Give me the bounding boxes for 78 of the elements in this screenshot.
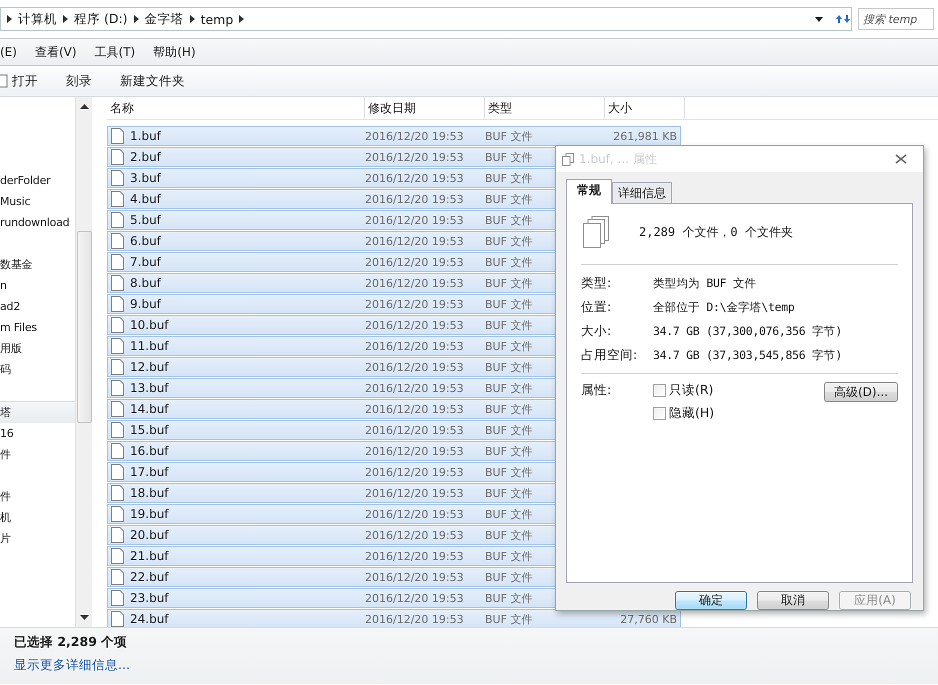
type-cell: BUF 文件 <box>485 170 532 186</box>
type-cell: BUF 文件 <box>485 192 532 206</box>
date-cell: 2016/12/20 19:53 <box>365 318 464 332</box>
type-cell: BUF 文件 <box>485 570 532 584</box>
property-label: 属性: <box>581 382 612 399</box>
file-name: 2.buf <box>130 150 161 164</box>
file-name: 12.buf <box>130 360 169 374</box>
date-cell: 2016/12/20 19:53 <box>365 256 464 268</box>
date-cell: 2016/12/20 19:53 <box>365 360 464 374</box>
file-name: 10.buf <box>130 318 169 332</box>
file-name: 21.buf <box>130 549 169 563</box>
type-cell: BUF 文件 <box>485 486 532 500</box>
date-cell: 2016/12/20 19:53 <box>365 402 464 416</box>
file-name: 3.buf <box>130 171 161 185</box>
date-cell: 2016/12/20 19:53 <box>365 424 464 436</box>
date-cell: 2016/12/20 19:53 <box>365 508 464 520</box>
type-cell: BUF 文件 <box>485 590 532 606</box>
date-cell: 2016/12/20 19:53 <box>365 340 464 352</box>
date-cell: 2016/12/20 19:53 <box>365 444 464 458</box>
file-name: 14.buf <box>130 402 169 416</box>
file-name: 8.buf <box>130 276 161 290</box>
file-name: 20.buf <box>130 528 169 542</box>
size-cell-text: 261,981 KB <box>613 130 678 142</box>
type-cell: BUF 文件 <box>485 380 532 396</box>
file-name: 24.buf <box>130 612 169 626</box>
file-name: 1.buf <box>130 129 161 143</box>
file-name: 15.buf <box>130 423 169 437</box>
date-cell: 2016/12/20 19:53 <box>365 612 464 626</box>
type-cell: BUF 文件 <box>485 528 532 542</box>
date-cell: 2016/12/20 19:53 <box>365 570 464 584</box>
date-cell: 2016/12/20 19:53 <box>365 382 464 394</box>
file-name: 6.buf <box>130 234 161 248</box>
type-cell: BUF 文件 <box>485 612 532 626</box>
type-cell: BUF 文件 <box>485 402 532 416</box>
date-cell: 2016/12/20 19:53 <box>365 298 464 310</box>
type-cell: BUF 文件 <box>485 422 532 438</box>
property-label: 位置: <box>581 298 612 316</box>
type-cell: BUF 文件 <box>485 318 532 332</box>
type-cell: BUF 文件 <box>485 296 532 312</box>
type-cell: BUF 文件 <box>485 276 532 290</box>
date-cell: 2016/12/20 19:53 <box>365 172 464 184</box>
date-cell: 2016/12/20 19:53 <box>365 466 464 478</box>
type-cell: BUF 文件 <box>485 338 532 354</box>
file-name: 18.buf <box>130 486 169 500</box>
property-label: 类型: <box>581 274 612 292</box>
date-cell: 2016/12/20 19:53 <box>365 486 464 500</box>
type-cell: BUF 文件 <box>485 464 532 480</box>
type-cell: BUF 文件 <box>485 212 532 228</box>
type-cell: BUF 文件 <box>485 444 532 458</box>
size-cell-text: 27,760 KB <box>620 612 678 626</box>
date-cell: 2016/12/20 19:53 <box>365 192 464 206</box>
type-cell: BUF 文件 <box>485 254 532 270</box>
file-name: 9.buf <box>130 297 161 311</box>
file-name: 22.buf <box>130 570 169 584</box>
date-cell: 2016/12/20 19:53 <box>365 550 464 562</box>
file-name: 11.buf <box>130 339 169 353</box>
file-name: 17.buf <box>130 465 169 479</box>
selection-count: 已选择 2,289 个项 <box>14 634 128 651</box>
type-cell: BUF 文件 <box>485 360 532 374</box>
date-cell: 2016/12/20 19:53 <box>365 528 464 542</box>
date-cell: 2016/12/20 19:53 <box>365 150 464 164</box>
type-cell: BUF 文件 <box>485 128 532 144</box>
file-name: 5.buf <box>130 213 161 227</box>
type-cell: BUF 文件 <box>485 150 532 164</box>
type-cell: BUF 文件 <box>485 506 532 522</box>
date-cell: 2016/12/20 19:53 <box>365 130 464 142</box>
file-name: 19.buf <box>130 507 169 521</box>
file-name: 16.buf <box>130 444 169 458</box>
date-cell: 2016/12/20 19:53 <box>365 214 464 226</box>
type-cell: BUF 文件 <box>485 234 532 248</box>
date-cell: 2016/12/20 19:53 <box>365 592 464 604</box>
type-cell: BUF 文件 <box>485 548 532 564</box>
file-name: 13.buf <box>130 381 169 395</box>
file-name: 4.buf <box>130 192 161 206</box>
file-name: 23.buf <box>130 591 169 605</box>
file-name: 7.buf <box>130 255 161 269</box>
date-cell: 2016/12/20 19:53 <box>365 234 464 248</box>
date-cell: 2016/12/20 19:53 <box>365 276 464 290</box>
